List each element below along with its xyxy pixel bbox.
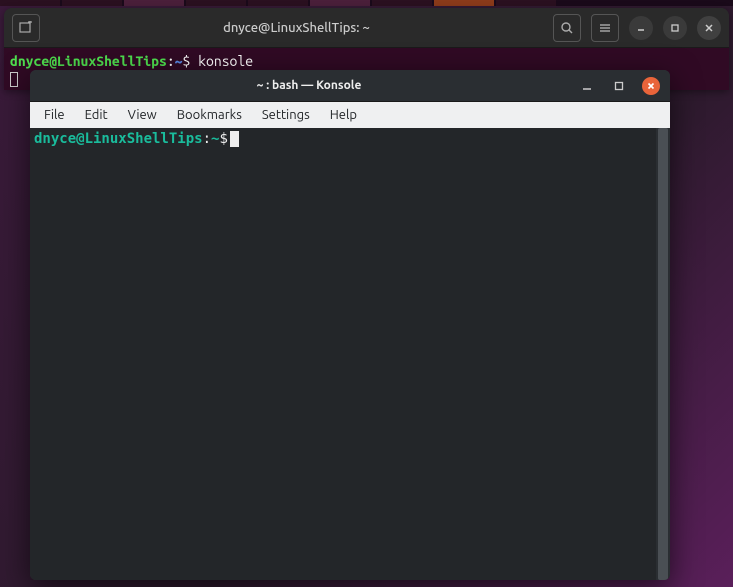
- desktop-taskbar: [0, 0, 733, 6]
- maximize-button[interactable]: [663, 16, 687, 40]
- prompt-path: ~: [175, 53, 183, 69]
- konsole-window: ~ : bash — Konsole File Edit View Bookma…: [30, 70, 670, 580]
- menu-view[interactable]: View: [118, 105, 167, 125]
- taskbar-app[interactable]: [434, 0, 494, 6]
- minimize-button[interactable]: [578, 77, 596, 95]
- konsole-window-title: ~ : bash — Konsole: [40, 79, 578, 92]
- menu-file[interactable]: File: [34, 105, 75, 125]
- taskbar-app[interactable]: [248, 0, 308, 6]
- taskbar-app[interactable]: [310, 0, 370, 6]
- taskbar-app[interactable]: [124, 0, 184, 6]
- scrollbar-thumb[interactable]: [658, 128, 668, 580]
- menu-settings[interactable]: Settings: [252, 105, 320, 125]
- close-button[interactable]: [697, 16, 721, 40]
- konsole-titlebar[interactable]: ~ : bash — Konsole: [30, 70, 670, 102]
- taskbar-app[interactable]: [186, 0, 246, 6]
- terminal-line: dnyce@LinuxShellTips:~$: [34, 130, 652, 149]
- scrollbar[interactable]: [656, 128, 670, 580]
- prompt-separator: :: [167, 53, 175, 69]
- konsole-body: dnyce@LinuxShellTips:~$: [30, 128, 670, 580]
- maximize-button[interactable]: [610, 77, 628, 95]
- taskbar-app[interactable]: [372, 0, 432, 6]
- konsole-terminal-area[interactable]: dnyce@LinuxShellTips:~$: [30, 128, 656, 580]
- taskbar-app[interactable]: [496, 0, 556, 6]
- menu-bookmarks[interactable]: Bookmarks: [167, 105, 252, 125]
- prompt-symbol: $: [219, 131, 227, 147]
- prompt-user-host: dnyce@LinuxShellTips: [10, 53, 167, 69]
- prompt-symbol: $: [183, 53, 191, 69]
- konsole-menubar: File Edit View Bookmarks Settings Help: [30, 102, 670, 128]
- prompt-user-host: dnyce@LinuxShellTips: [34, 131, 203, 147]
- menu-button[interactable]: [591, 14, 619, 42]
- taskbar-app[interactable]: [62, 0, 122, 6]
- menu-help[interactable]: Help: [320, 105, 367, 125]
- taskbar-app[interactable]: [0, 0, 60, 6]
- prompt-separator: :: [203, 131, 211, 147]
- cursor-icon: [10, 72, 18, 87]
- new-tab-button[interactable]: [12, 14, 40, 42]
- gnome-titlebar[interactable]: dnyce@LinuxShellTips: ~: [4, 8, 729, 48]
- command-text: konsole: [198, 53, 253, 69]
- terminal-line: dnyce@LinuxShellTips:~$ konsole: [10, 52, 723, 70]
- cursor-icon: [230, 131, 239, 147]
- minimize-button[interactable]: [629, 16, 653, 40]
- close-button[interactable]: [642, 77, 660, 95]
- menu-edit[interactable]: Edit: [75, 105, 118, 125]
- gnome-window-title: dnyce@LinuxShellTips: ~: [40, 21, 553, 35]
- search-button[interactable]: [553, 14, 581, 42]
